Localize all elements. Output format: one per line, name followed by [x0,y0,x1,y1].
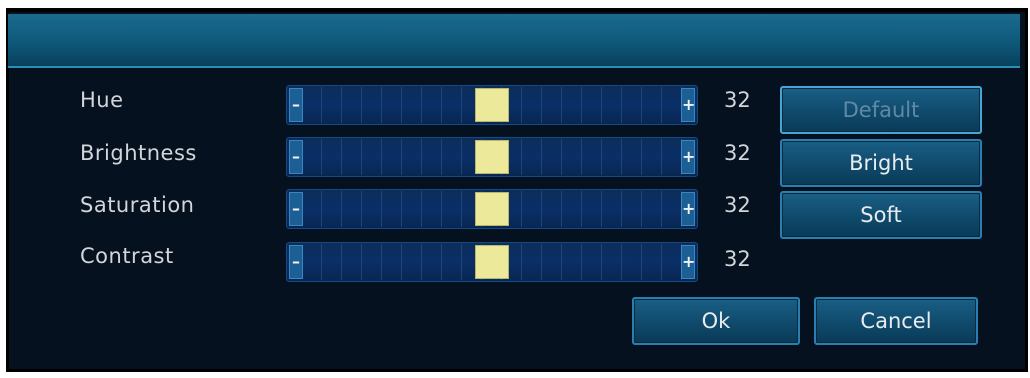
soft-button[interactable]: Soft [780,191,982,239]
dialog-titlebar [8,14,1020,68]
hue-slider-thumb[interactable] [475,88,509,122]
hue-decrease-button[interactable]: – [289,88,303,122]
default-button[interactable]: Default [780,86,982,134]
hue-label: Hue [80,88,124,112]
contrast-label: Contrast [80,244,174,268]
contrast-value: 32 [724,247,751,271]
brightness-slider-thumb[interactable] [475,140,509,174]
brightness-increase-button[interactable]: + [681,140,695,174]
hue-value: 32 [724,88,751,112]
bright-button[interactable]: Bright [780,139,982,187]
hue-slider[interactable]: – + [286,85,698,125]
contrast-slider-thumb[interactable] [475,245,509,279]
contrast-decrease-button[interactable]: – [289,245,303,279]
saturation-increase-button[interactable]: + [681,192,695,226]
contrast-increase-button[interactable]: + [681,245,695,279]
hue-increase-button[interactable]: + [681,88,695,122]
brightness-slider[interactable]: – + [286,137,698,177]
ok-button[interactable]: Ok [632,297,800,345]
brightness-value: 32 [724,141,751,165]
saturation-label: Saturation [80,193,195,217]
brightness-label: Brightness [80,141,197,165]
saturation-decrease-button[interactable]: – [289,192,303,226]
contrast-slider[interactable]: – + [286,242,698,282]
saturation-slider[interactable]: – + [286,189,698,229]
saturation-value: 32 [724,193,751,217]
cancel-button[interactable]: Cancel [814,297,978,345]
brightness-decrease-button[interactable]: – [289,140,303,174]
saturation-slider-thumb[interactable] [475,192,509,226]
